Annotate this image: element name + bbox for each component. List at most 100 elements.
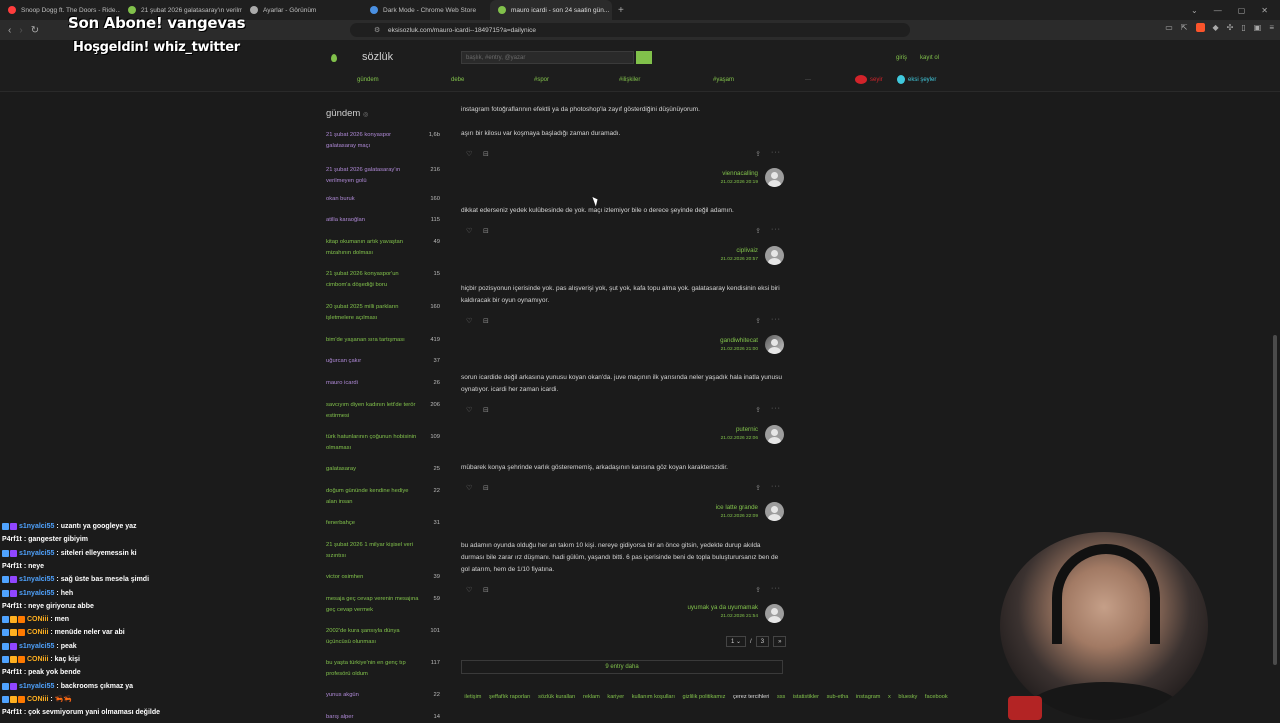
share-icon[interactable]: ⇪	[755, 484, 761, 492]
site-logo[interactable]: sözlük	[362, 51, 393, 63]
new-tab-button[interactable]: +	[612, 5, 630, 16]
more-options-icon[interactable]: ···	[771, 149, 781, 156]
sidebar-topic[interactable]: 2002'de kura şansıyla dünya üçüncüsü olu…	[326, 626, 446, 648]
favorite-icon[interactable]: ♡	[466, 150, 472, 158]
more-options-icon[interactable]: ···	[771, 585, 781, 592]
sidebar-topic[interactable]: savcıyım diyen kadının lett'de terör est…	[326, 400, 446, 422]
settings-icon[interactable]: ◎	[363, 112, 368, 118]
nav-more[interactable]: ···	[805, 77, 811, 83]
page-total[interactable]: 3	[755, 636, 770, 647]
eksi-seyler-icon[interactable]	[897, 75, 905, 84]
eksi-seyler-link[interactable]: eksi şeyler	[908, 77, 936, 83]
sidebar-topic[interactable]: 21 şubat 2026 konyaspor galatasaray maçı…	[326, 130, 446, 152]
minimize-icon[interactable]: —	[1214, 6, 1222, 15]
share-icon[interactable]: ⇪	[755, 406, 761, 414]
more-entries-button[interactable]: 9 entry daha	[461, 660, 783, 674]
entry-author[interactable]: ice latte grande	[558, 504, 758, 511]
sidebar-topic[interactable]: atilla karaoğlan 115	[326, 215, 446, 226]
more-options-icon[interactable]: ···	[771, 316, 781, 323]
downvote-icon[interactable]: ⊟	[483, 150, 489, 158]
favorite-icon[interactable]: ♡	[466, 484, 472, 492]
sidebar-topic[interactable]: mesaja geç cevap verenin mesajına geç ce…	[326, 594, 446, 616]
entry-date[interactable]: 21.02.2026 20:57	[558, 257, 758, 262]
page-select[interactable]: 1 ⌄	[726, 636, 747, 647]
author-avatar[interactable]	[765, 604, 784, 623]
downvote-icon[interactable]: ⊟	[483, 317, 489, 325]
favorite-icon[interactable]: ♡	[466, 317, 472, 325]
seyir-link[interactable]: seyir	[870, 77, 883, 83]
entry-author[interactable]: gandiwhitecat	[558, 337, 758, 344]
downvote-icon[interactable]: ⊟	[483, 227, 489, 235]
search-input[interactable]: başlık, #entry, @yazar	[461, 51, 634, 64]
share-icon[interactable]: ⇪	[755, 586, 761, 594]
sidebar-topic[interactable]: doğum gününde kendine hediye alan insan 2…	[326, 486, 446, 508]
entry-date[interactable]: 21.02.2026 20:19	[558, 180, 758, 185]
reload-icon[interactable]: ↻	[31, 25, 39, 36]
footer-link[interactable]: sub-etha	[827, 694, 849, 700]
sidebar-topic[interactable]: 21 şubat 2026 galatasaray'ın verilmeyen …	[326, 165, 446, 187]
maximize-icon[interactable]: ▢	[1238, 6, 1246, 15]
entry-date[interactable]: 21.02.2026 21:54	[558, 614, 758, 619]
sidebar-topic[interactable]: 21 şubat 2026 konyaspor'un cimbom'a döşe…	[326, 269, 446, 291]
share-icon[interactable]: ⇱	[1181, 23, 1188, 32]
next-page-button[interactable]: »	[773, 636, 787, 647]
sidebar-topic[interactable]: barış alper 14	[326, 712, 446, 723]
footer-link[interactable]: istatistikler	[793, 694, 819, 700]
sidebar-topic[interactable]: yunus akgün 22	[326, 690, 446, 701]
share-icon[interactable]: ⇪	[755, 150, 761, 158]
author-avatar[interactable]	[765, 335, 784, 354]
sidebar-topic[interactable]: fenerbahçe 31	[326, 518, 446, 529]
entry-author[interactable]: viennacalling	[558, 170, 758, 177]
sidebar-topic[interactable]: galatasaray 25	[326, 464, 446, 475]
scrollbar-thumb[interactable]	[1273, 335, 1277, 665]
footer-link[interactable]: reklam	[583, 694, 600, 700]
menu-icon[interactable]: ≡	[1269, 23, 1274, 32]
install-icon[interactable]: ▭	[1165, 23, 1173, 32]
back-icon[interactable]: ‹	[8, 25, 11, 36]
sidebar-topic[interactable]: bu yaşta türkiye'nin en genç tıp profesö…	[326, 658, 446, 680]
footer-link[interactable]: sözlük kuralları	[538, 694, 575, 700]
puzzle-icon[interactable]: ✣	[1227, 23, 1234, 32]
footer-link[interactable]: sss	[777, 694, 785, 700]
favorite-icon[interactable]: ♡	[466, 406, 472, 414]
footer-link[interactable]: şeffaflık raporları	[489, 694, 531, 700]
sidebar-topic[interactable]: kitap okumanın artık yavaştan mizahının …	[326, 237, 446, 259]
footer-link[interactable]: kullanım koşulları	[632, 694, 675, 700]
sidebar-topic[interactable]: victor osimhen 39	[326, 572, 446, 583]
footer-link[interactable]: instagram	[856, 694, 881, 700]
address-bar[interactable]: ⚙ eksisozluk.com/mauro-icardi--1849715?a…	[350, 23, 910, 37]
browser-tab[interactable]: mauro icardi - son 24 saatin gün...✕	[490, 0, 612, 20]
nav-spor[interactable]: #spor	[534, 77, 549, 83]
sidebar-topic[interactable]: uğurcan çakır 37	[326, 356, 446, 367]
register-link[interactable]: kayıt ol	[920, 55, 939, 61]
nav-debe[interactable]: debe	[451, 77, 464, 83]
seyir-icon[interactable]	[855, 75, 867, 84]
more-options-icon[interactable]: ···	[771, 405, 781, 412]
footer-link[interactable]: gizlilik politikamız	[683, 694, 726, 700]
forward-icon[interactable]: ›	[19, 25, 22, 36]
downvote-icon[interactable]: ⊟	[483, 586, 489, 594]
sidebar-icon[interactable]: ▯	[1241, 23, 1245, 32]
share-icon[interactable]: ⇪	[755, 227, 761, 235]
share-icon[interactable]: ⇪	[755, 317, 761, 325]
sidebar-topic[interactable]: bim'de yaşanan sıra tartışması 419	[326, 335, 446, 346]
brave-shields-icon[interactable]	[1195, 23, 1205, 32]
entry-date[interactable]: 21.02.2026 22:06	[558, 436, 758, 441]
favorite-icon[interactable]: ♡	[466, 227, 472, 235]
nav-gundem[interactable]: gündem	[357, 77, 379, 83]
sidebar-topic[interactable]: mauro icardi 26	[326, 378, 446, 389]
entry-author[interactable]: puternic	[558, 426, 758, 433]
browser-tab[interactable]: Dark Mode - Chrome Web Store	[362, 0, 490, 20]
close-window-icon[interactable]: ✕	[1261, 6, 1268, 15]
site-info-icon[interactable]: ⚙	[374, 26, 380, 34]
more-options-icon[interactable]: ···	[771, 483, 781, 490]
downvote-icon[interactable]: ⊟	[483, 484, 489, 492]
more-options-icon[interactable]: ···	[771, 226, 781, 233]
author-avatar[interactable]	[765, 502, 784, 521]
login-link[interactable]: giriş	[896, 55, 907, 61]
eksi-logo-icon[interactable]	[331, 54, 337, 62]
sidebar-topic[interactable]: 21 şubat 2026 1 milyar kişisel veri sızı…	[326, 540, 446, 562]
footer-link[interactable]: facebook	[925, 694, 948, 700]
sidebar-topic[interactable]: 20 şubat 2025 milli parkların işletmeler…	[326, 302, 446, 324]
extension-icon[interactable]: ◆	[1213, 23, 1219, 32]
